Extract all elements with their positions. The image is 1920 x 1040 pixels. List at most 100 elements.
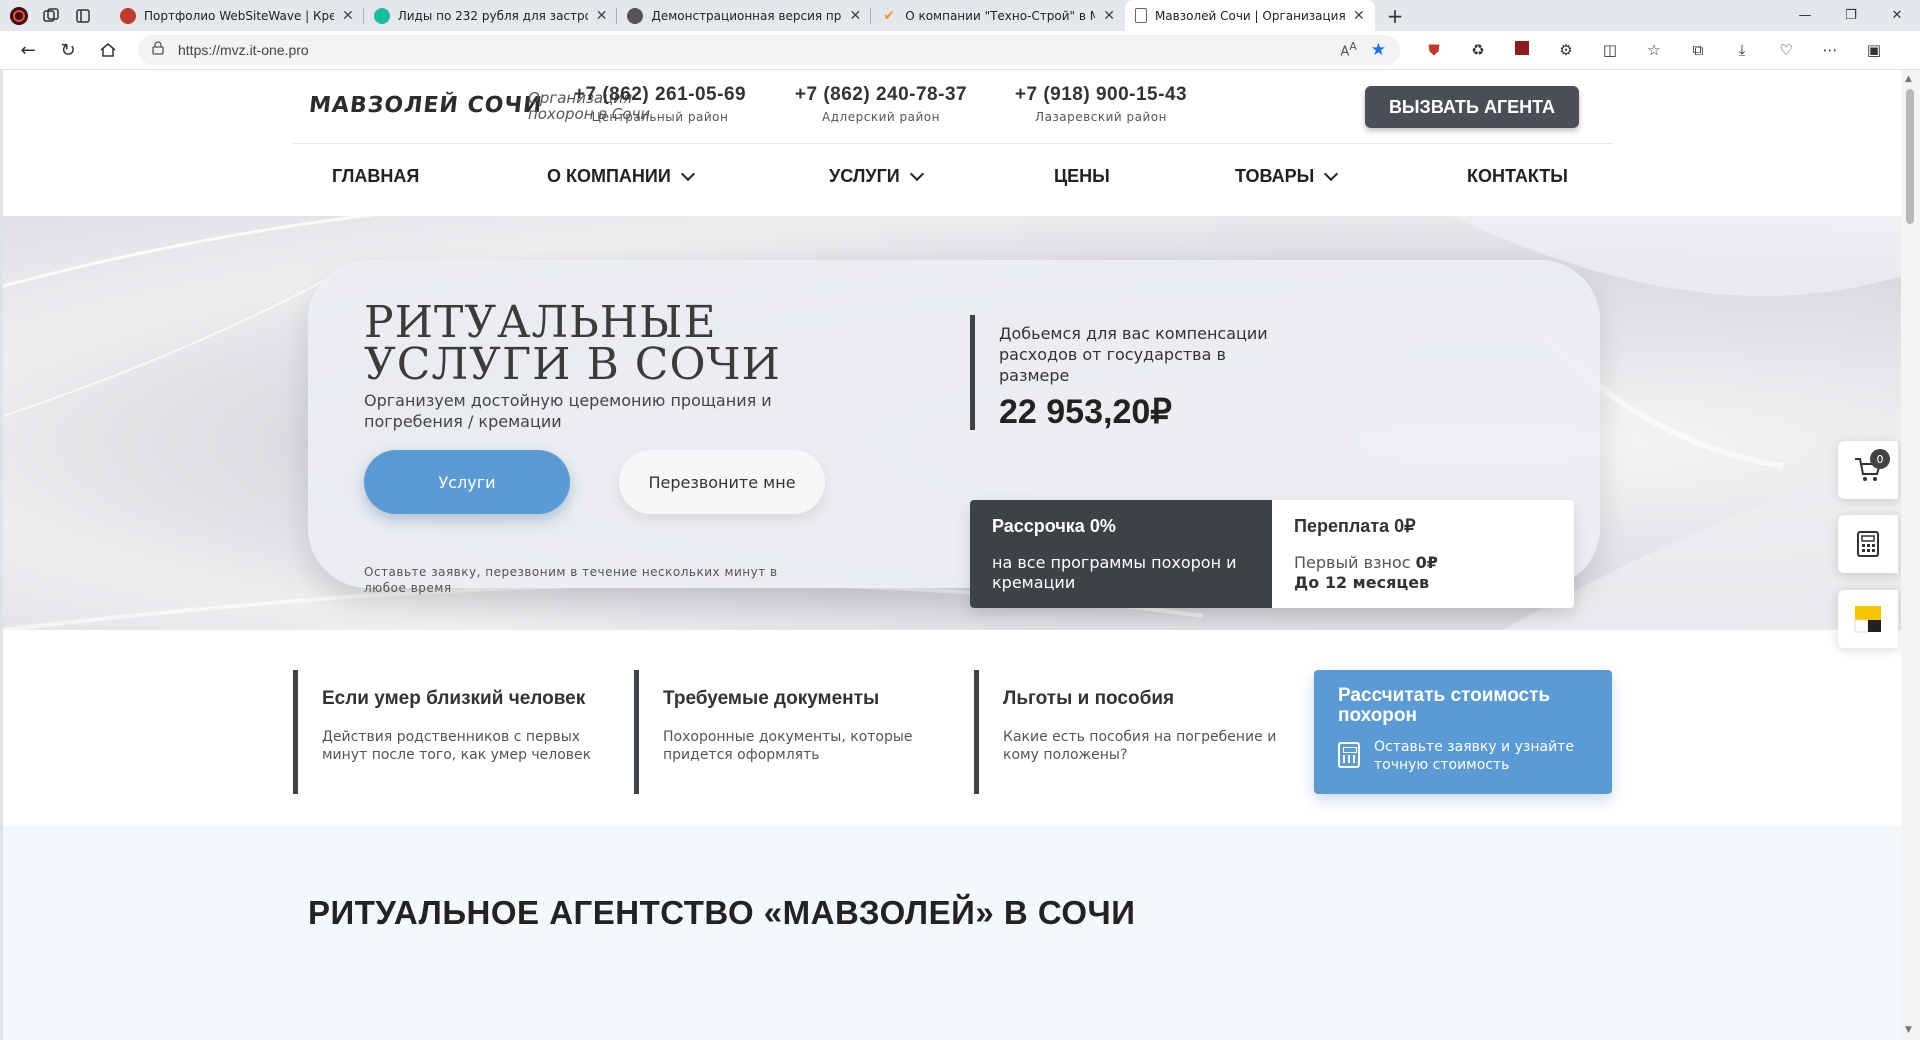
info-text: Действия родственников с первых минут по… [322, 729, 592, 763]
favicon-icon [120, 7, 136, 24]
info-row: Если умер близкий человек Действия родст… [3, 630, 1901, 826]
scroll-up-icon[interactable]: ▲ [1905, 74, 1912, 84]
phone-adler[interactable]: +7 (862) 240-78-37 Адлерский район [791, 84, 971, 124]
nav-contacts[interactable]: КОНТАКТЫ [1467, 166, 1568, 187]
profile-icon[interactable] [6, 3, 32, 29]
callback-button[interactable]: Перезвоните мне [619, 450, 825, 514]
tab-title: Демонстрационная версия про [651, 8, 842, 23]
close-tab-icon[interactable]: ✕ [1103, 8, 1115, 24]
hero-card: РИТУАЛЬНЫЕ УСЛУГИ В СОЧИ Организуем дост… [308, 260, 1600, 608]
compensation-block: Добьемся для вас компенсации расходов от… [970, 315, 1270, 431]
call-agent-button[interactable]: ВЫЗВАТЬ АГЕНТА [1365, 86, 1579, 128]
favorites-icon[interactable]: ☆ [1632, 41, 1676, 59]
lock-icon[interactable] [152, 41, 164, 59]
installment-dark-panel: Рассрочка 0% на все программы похорон и … [970, 500, 1272, 608]
more-menu-icon[interactable]: ⋯ [1808, 41, 1852, 59]
refresh-icon[interactable]: ↻ [48, 40, 88, 61]
browser-tab[interactable]: Портфолио WebSiteWave | Креа ✕ [110, 0, 364, 31]
workspaces-icon[interactable] [38, 3, 64, 29]
nav-label: О КОМПАНИИ [547, 166, 671, 186]
close-tab-icon[interactable]: ✕ [342, 8, 354, 24]
browser-tab[interactable]: Демонстрационная версия про ✕ [617, 0, 871, 31]
close-tab-icon[interactable]: ✕ [1353, 8, 1365, 24]
phone-number[interactable]: +7 (862) 240-78-37 [791, 84, 971, 106]
scroll-down-icon[interactable]: ▼ [1905, 1025, 1912, 1035]
phone-central[interactable]: +7 (862) 261-05-69 Центральный район [570, 84, 750, 124]
page-viewport: МАВЗОЛЕЙ СОЧИ Организация похорон в Сочи… [3, 70, 1901, 1040]
collections-icon[interactable]: ⧉ [1676, 41, 1720, 59]
favorite-star-icon[interactable]: ★ [1371, 40, 1386, 60]
phone-number[interactable]: +7 (918) 900-15-43 [1011, 84, 1191, 106]
close-tab-icon[interactable]: ✕ [596, 8, 608, 24]
services-button[interactable]: Услуги [364, 450, 570, 514]
nav-label: ТОВАРЫ [1235, 166, 1315, 186]
nav-label: ГЛАВНАЯ [332, 166, 420, 186]
info-card-death[interactable]: Если умер близкий человек Действия родст… [293, 670, 633, 794]
nav-goods[interactable]: ТОВАРЫ [1235, 166, 1339, 187]
site-logo[interactable]: МАВЗОЛЕЙ СОЧИ [308, 93, 544, 118]
chevron-down-icon [680, 166, 695, 181]
nav-label: КОНТАКТЫ [1467, 166, 1568, 186]
phone-area: Лазаревский район [1035, 110, 1167, 124]
red-extension-icon[interactable] [1500, 41, 1544, 59]
tab-title: Мавзолей Сочи | Организация п [1154, 8, 1345, 23]
calc-title: Рассчитать стоимость похорон [1338, 685, 1551, 726]
performance-icon[interactable]: ♡ [1764, 41, 1808, 59]
recycle-extension-icon[interactable]: ♻ [1456, 41, 1500, 59]
browser-tab[interactable]: Лиды по 232 рубля для застрой ✕ [364, 0, 618, 31]
notes-widget[interactable] [1838, 590, 1898, 648]
split-screen-icon[interactable]: ◫ [1588, 41, 1632, 59]
sticky-note-icon [1854, 606, 1881, 633]
first-payment-value: 0₽ [1415, 553, 1438, 572]
installment-term: До 12 месяцев [1294, 573, 1430, 592]
hero-note: Оставьте заявку, перезвоним в течение не… [364, 565, 778, 595]
tab-actions-icon[interactable] [70, 3, 96, 29]
cart-widget[interactable]: 0 [1838, 441, 1898, 499]
hero-section: РИТУАЛЬНЫЕ УСЛУГИ В СОЧИ Организуем дост… [3, 216, 1901, 630]
nav-home[interactable]: ГЛАВНАЯ [332, 166, 419, 187]
installment-text: на все программы похорон и кремации [992, 553, 1237, 592]
browser-tab-active[interactable]: Мавзолей Сочи | Организация п ✕ [1124, 0, 1375, 31]
info-title[interactable]: Если умер близкий человек [322, 688, 633, 710]
minimize-icon[interactable]: — [1782, 0, 1828, 31]
info-title[interactable]: Льготы и пособия [1003, 688, 1314, 710]
header-divider [293, 143, 1613, 144]
close-window-icon[interactable]: ✕ [1874, 0, 1920, 31]
calculator-widget[interactable] [1838, 515, 1898, 573]
url-text[interactable]: https://mvz.it-one.pro [178, 42, 1326, 58]
home-icon[interactable] [88, 41, 128, 59]
calculator-icon [1338, 742, 1360, 768]
chevron-down-icon [909, 166, 924, 181]
nav-prices[interactable]: ЦЕНЫ [1054, 166, 1110, 187]
checkmark-favicon-icon: ✔ [883, 7, 896, 24]
back-icon[interactable]: ← [8, 40, 48, 61]
new-tab-icon[interactable]: + [1387, 4, 1404, 28]
shield-extension-icon[interactable]: ⛊ [1412, 41, 1456, 59]
phone-lazarevsky[interactable]: +7 (918) 900-15-43 Лазаревский район [1011, 84, 1191, 124]
nav-about[interactable]: О КОМПАНИИ [547, 166, 695, 187]
installment-block: Рассрочка 0% на все программы похорон и … [970, 500, 1574, 608]
info-title[interactable]: Требуемые документы [663, 688, 974, 710]
phone-area: Адлерский район [822, 110, 940, 124]
browser-tab[interactable]: ✔ О компании "Техно-Строй" в М ✕ [871, 0, 1125, 31]
address-bar[interactable]: https://mvz.it-one.pro AA ★ [138, 35, 1400, 65]
nav-label: ЦЕНЫ [1054, 166, 1110, 186]
phone-number[interactable]: +7 (862) 261-05-69 [570, 84, 750, 106]
close-tab-icon[interactable]: ✕ [849, 8, 861, 24]
downloads-icon[interactable]: ⤓ [1720, 41, 1764, 59]
nav-services[interactable]: УСЛУГИ [829, 166, 924, 187]
favicon-icon [627, 7, 644, 24]
extensions-icon[interactable]: ⚙ [1544, 41, 1588, 59]
sidebar-icon[interactable]: ▣ [1852, 41, 1896, 59]
site-header: МАВЗОЛЕЙ СОЧИ Организация похорон в Сочи… [3, 70, 1901, 216]
info-card-benefits[interactable]: Льготы и пособия Какие есть пособия на п… [974, 670, 1314, 794]
calculate-cost-card[interactable]: Рассчитать стоимость похорон Оставьте за… [1314, 670, 1612, 794]
page-favicon-icon [1134, 8, 1147, 23]
restore-icon[interactable]: ❐ [1828, 0, 1874, 31]
page-scrollbar[interactable]: ▲ ▼ [1901, 70, 1920, 1040]
info-card-documents[interactable]: Требуемые документы Похоронные документы… [634, 670, 974, 794]
installment-light-panel: Переплата 0₽ Первый взнос 0₽ До 12 месяце… [1272, 500, 1574, 608]
read-aloud-icon[interactable]: AA [1340, 40, 1356, 59]
nav-label: УСЛУГИ [829, 166, 900, 186]
scrollbar-thumb[interactable] [1906, 89, 1914, 224]
